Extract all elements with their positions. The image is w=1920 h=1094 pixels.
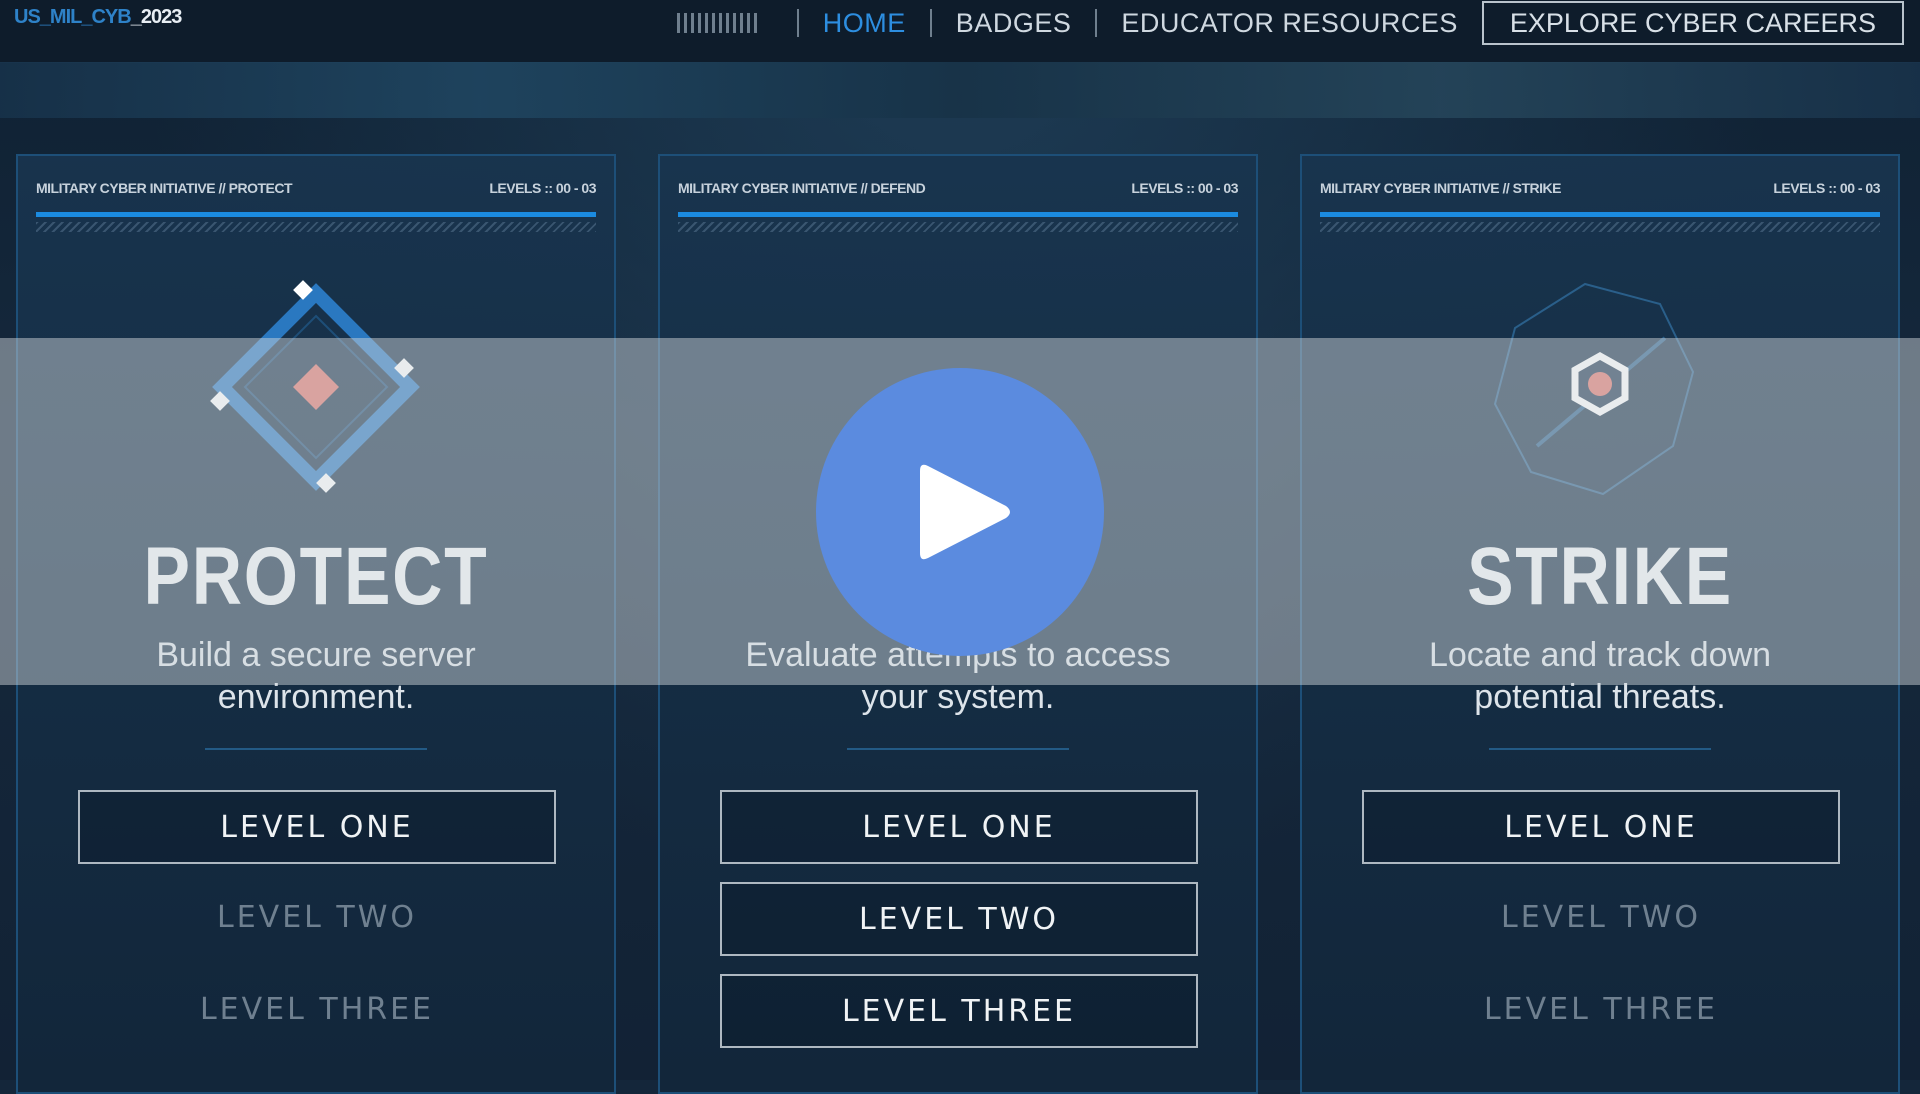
strike-level-three-locked: LEVEL THREE <box>1483 992 1719 1027</box>
card-levels-tag: LEVELS :: 00 - 03 <box>1131 180 1238 196</box>
defend-level-three-button[interactable]: LEVEL THREE <box>720 974 1198 1048</box>
card-header: MILITARY CYBER INITIATIVE // PROTECT LEV… <box>36 180 596 200</box>
top-nav-bar: US_MIL_CYB_2023 HOME BADGES EDUCATOR RES… <box>0 0 1920 63</box>
play-button[interactable] <box>816 368 1104 656</box>
card-hatch-decoration <box>36 222 596 232</box>
card-tag: MILITARY CYBER INITIATIVE // PROTECT <box>36 180 293 196</box>
card-hatch-decoration <box>678 222 1238 232</box>
card-header: MILITARY CYBER INITIATIVE // DEFEND LEVE… <box>678 180 1238 200</box>
nav-divider <box>929 9 932 37</box>
nav-divider <box>1095 9 1098 37</box>
site-logo[interactable]: US_MIL_CYB_2023 <box>14 6 183 29</box>
card-tag: MILITARY CYBER INITIATIVE // DEFEND <box>678 180 926 196</box>
nav-badges-link[interactable]: BADGES <box>956 8 1072 39</box>
protect-level-two-locked: LEVEL TWO <box>217 900 417 935</box>
play-icon <box>920 464 1010 560</box>
strike-level-one-button[interactable]: LEVEL ONE <box>1362 790 1840 864</box>
explore-cyber-careers-button[interactable]: EXPLORE CYBER CAREERS <box>1481 1 1904 45</box>
main-nav: HOME BADGES EDUCATOR RESOURCES EXPLORE C… <box>676 0 1904 46</box>
card-hatch-decoration <box>1320 222 1880 232</box>
barcode-decoration <box>676 13 759 33</box>
card-divider <box>847 748 1069 750</box>
protect-level-one-button[interactable]: LEVEL ONE <box>78 790 556 864</box>
card-header-rule <box>678 212 1238 217</box>
card-levels-tag: LEVELS :: 00 - 03 <box>1773 180 1880 196</box>
card-tag: MILITARY CYBER INITIATIVE // STRIKE <box>1320 180 1562 196</box>
card-header: MILITARY CYBER INITIATIVE // STRIKE LEVE… <box>1320 180 1880 200</box>
card-header-rule <box>36 212 596 217</box>
nav-home-link[interactable]: HOME <box>823 8 906 39</box>
protect-level-three-locked: LEVEL THREE <box>199 992 435 1027</box>
nav-educator-resources-link[interactable]: EDUCATOR RESOURCES <box>1121 8 1458 39</box>
card-levels-tag: LEVELS :: 00 - 03 <box>489 180 596 196</box>
defend-level-two-button[interactable]: LEVEL TWO <box>720 882 1198 956</box>
defend-level-one-button[interactable]: LEVEL ONE <box>720 790 1198 864</box>
card-divider <box>205 748 427 750</box>
strike-level-two-locked: LEVEL TWO <box>1501 900 1701 935</box>
nav-divider <box>796 9 799 37</box>
logo-year: _2023 <box>130 6 183 28</box>
hero-image-strip <box>0 62 1920 118</box>
card-divider <box>1489 748 1711 750</box>
card-header-rule <box>1320 212 1880 217</box>
logo-prefix: US_MIL_CYB <box>14 6 132 28</box>
